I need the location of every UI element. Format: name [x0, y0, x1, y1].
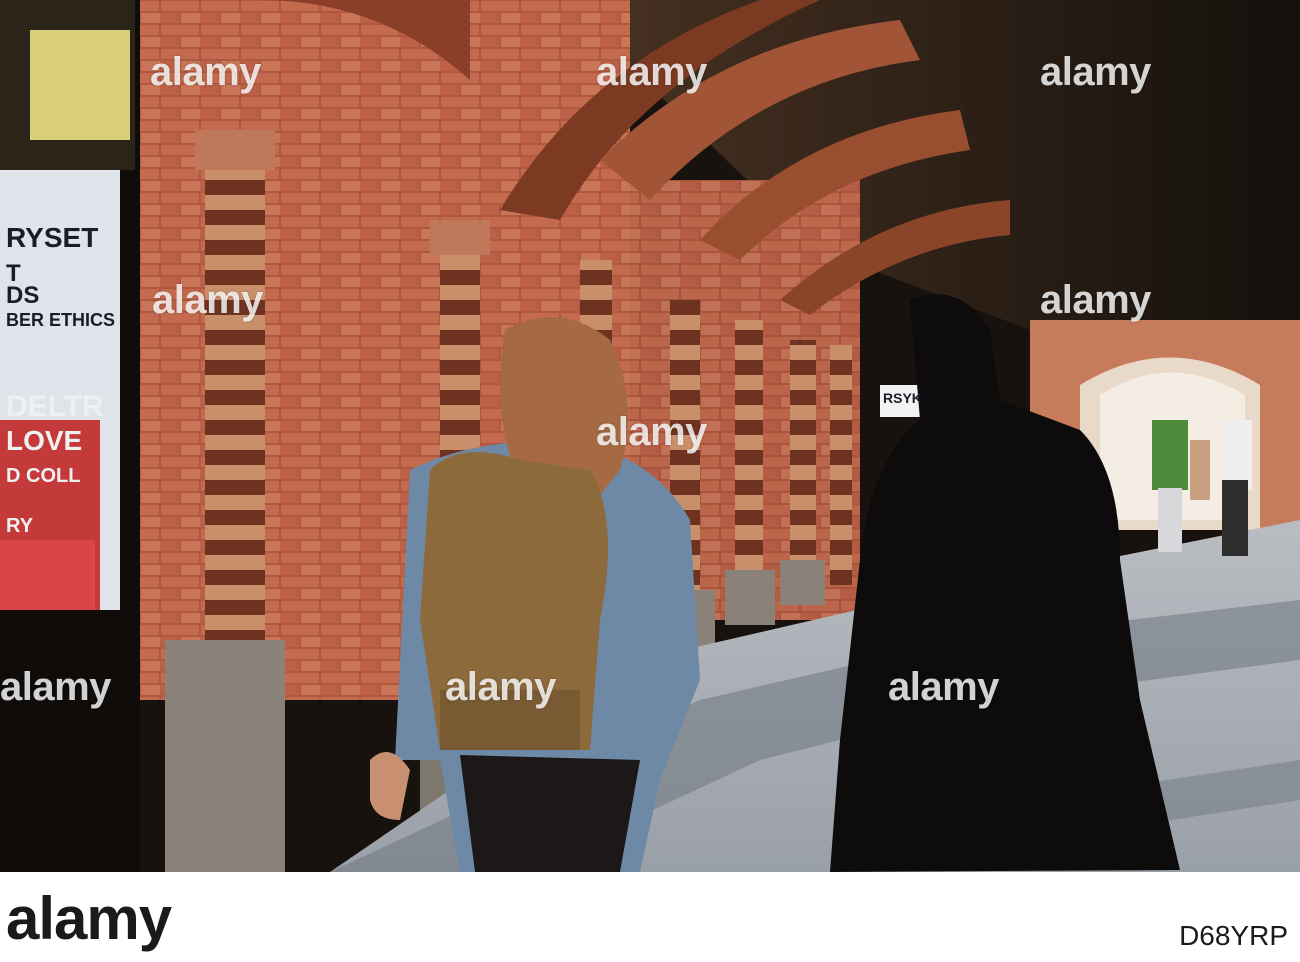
poster-line-6: LOVE	[6, 425, 83, 456]
poster-line-7: D COLL	[6, 465, 81, 487]
photo: RYSET T DS BER ETHICS DELTR LOVE D COLL …	[0, 0, 1300, 872]
poster-line-4: BER ETHICS	[6, 310, 116, 330]
watermark: alamy	[1040, 50, 1151, 94]
watermark: alamy	[596, 410, 707, 454]
watermark: alamy	[596, 50, 707, 94]
footer-logo: alamy	[6, 885, 172, 952]
poster-line-5: DELTR	[6, 390, 104, 423]
watermark: alamy	[1040, 278, 1151, 322]
image-id: D68YRP	[1179, 920, 1288, 951]
poster-line-1: RYSET	[6, 222, 99, 253]
footer-bar: alamy D68YRP	[0, 872, 1300, 962]
poster-line-8: RY	[6, 515, 34, 537]
watermark: alamy	[888, 665, 999, 709]
watermark: alamy	[152, 278, 263, 322]
watermark: alamy	[150, 50, 261, 94]
poster-line-3: DS	[6, 282, 40, 309]
watermark: alamy	[0, 665, 111, 709]
watermark: alamy	[445, 665, 556, 709]
sign-label: RSYK	[883, 390, 922, 406]
